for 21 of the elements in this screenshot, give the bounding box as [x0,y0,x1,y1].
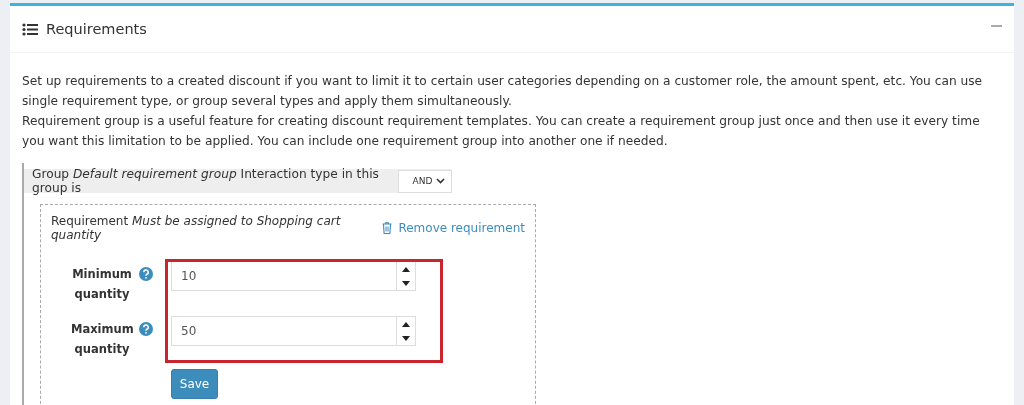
description-text: Requirement group is a useful feature for creating discount requirement templates. You can create a requirement group just once and then use it every time you want this limitation to be applied. You can include one requirement group into another one if needed. [22,113,981,150]
decrement-icon[interactable] [402,280,410,286]
description-text: Set up requirements to a created discount if you want to limit it to certain user categories depending on a customer role, the amount spent, etc. You can use single requirement type, or group several types and apply them simultaneously. [22,73,984,110]
increment-icon[interactable] [402,266,410,272]
list-icon [22,22,38,36]
card-title: Requirements [46,21,147,37]
decrement-icon[interactable] [402,335,410,341]
trash-icon [382,222,393,234]
field-label: Minimum quantity [71,266,133,303]
quantity-field[interactable]: 50 [171,316,416,346]
save-button[interactable]: Save [171,369,218,399]
remove-requirement-link[interactable]: Remove requirement [382,214,525,242]
chevron-icon [436,178,445,184]
increment-icon[interactable] [402,321,410,327]
field-label: Maximum quantity [71,321,133,358]
interaction-type-select[interactable]: AND [397,169,452,193]
help-icon[interactable] [139,267,153,281]
requirement-label: Requirement Must be assigned to Shopping cart quantity [51,214,342,242]
quantity-field[interactable]: 10 [171,261,416,291]
help-icon[interactable] [139,322,153,336]
group-label: Group Default requirement group Interaction type in this group is [32,167,380,195]
